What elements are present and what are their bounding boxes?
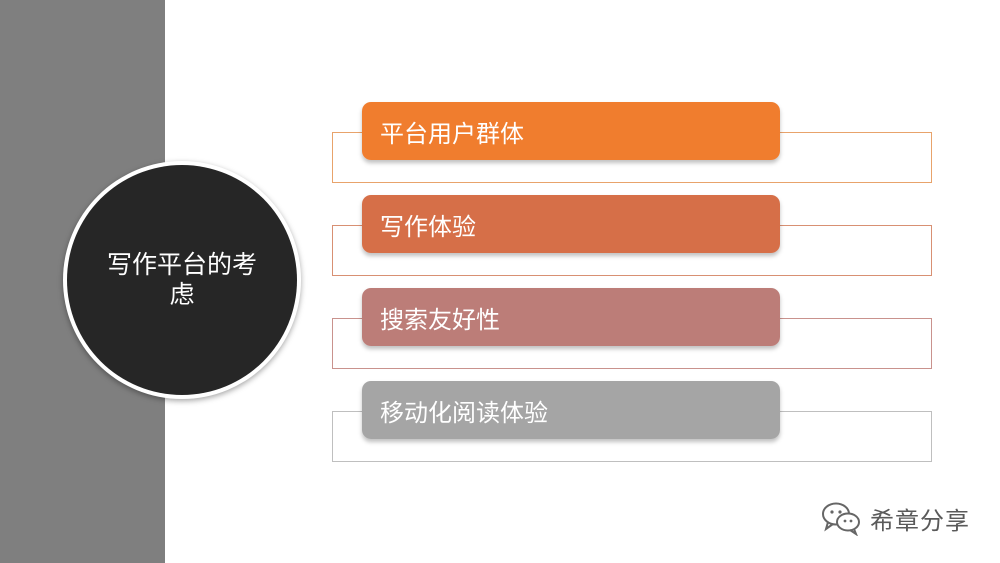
item-label: 写作体验 — [380, 212, 476, 241]
center-circle: 写作平台的考虑 — [63, 161, 301, 399]
watermark-text: 希章分享 — [870, 506, 970, 535]
item-label: 搜索友好性 — [380, 305, 500, 334]
item-bar-search-friendly: 搜索友好性 — [362, 288, 780, 346]
wechat-icon — [822, 502, 860, 536]
item-bar-user-group: 平台用户群体 — [362, 102, 780, 160]
item-bar-mobile-reading: 移动化阅读体验 — [362, 381, 780, 439]
item-label: 移动化阅读体验 — [380, 398, 548, 427]
center-circle-inner: 写作平台的考虑 — [67, 165, 297, 395]
center-title: 写作平台的考虑 — [107, 250, 258, 309]
watermark: 希章分享 — [820, 500, 970, 536]
item-bar-writing-experience: 写作体验 — [362, 195, 780, 253]
item-label: 平台用户群体 — [380, 119, 524, 148]
